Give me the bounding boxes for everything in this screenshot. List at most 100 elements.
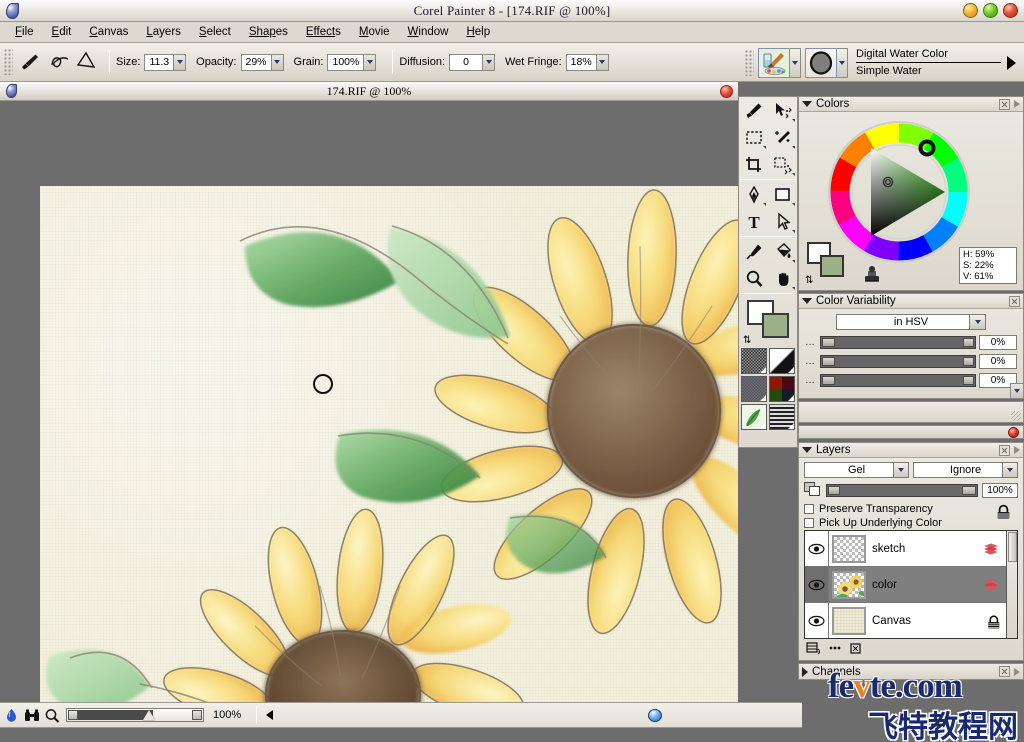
diffusion-input[interactable]: 0 <box>449 53 495 71</box>
document-titlebar[interactable]: 174.RIF @ 100% <box>0 82 738 101</box>
dynamic-plugin-icon[interactable] <box>827 641 842 655</box>
layers-menu-icon[interactable] <box>1014 446 1020 454</box>
zoom-slider[interactable] <box>66 708 204 722</box>
selection-adjuster-tool[interactable] <box>768 151 797 178</box>
collapse-triangle-icon[interactable] <box>802 447 812 453</box>
layer-visibility-toggle[interactable] <box>805 603 829 638</box>
channels-palette-header[interactable]: Channels <box>798 663 1024 680</box>
crop-tool[interactable] <box>739 151 768 178</box>
composite-depth-dropdown-arrow[interactable] <box>1002 463 1017 477</box>
colors-close-icon[interactable] <box>999 98 1010 110</box>
layers-close-icon[interactable] <box>999 444 1010 456</box>
close-button[interactable] <box>1003 3 1018 18</box>
layers-palette-header[interactable]: Layers <box>799 443 1023 458</box>
saturation-variability-value[interactable]: 0% <box>979 354 1017 369</box>
rect-selection-tool[interactable] <box>739 124 768 151</box>
palette-scroll-down-button[interactable] <box>1010 383 1024 399</box>
composite-depth-select[interactable]: Ignore <box>913 462 1018 478</box>
paper-texture-selector[interactable] <box>741 348 767 374</box>
paint-bucket-tool[interactable] <box>768 238 797 265</box>
layer-lock-icon[interactable] <box>995 504 1012 524</box>
brush-tool-icon[interactable] <box>17 49 43 75</box>
layer-stack-icon[interactable] <box>982 578 1000 592</box>
painter-drop-icon[interactable] <box>3 707 20 724</box>
propertybar-grip-handle[interactable] <box>4 49 13 75</box>
gradient-selector[interactable] <box>769 348 795 374</box>
pen-tool[interactable] <box>739 181 768 208</box>
zoom-increase-button[interactable] <box>192 710 202 720</box>
straight-line-stroke-icon[interactable] <box>75 50 97 75</box>
layer-name[interactable]: color <box>872 579 982 591</box>
wet-fringe-input[interactable]: 18% <box>565 53 609 71</box>
table-row[interactable]: sketch <box>805 531 1006 567</box>
pick-up-underlying-color-checkbox[interactable] <box>804 518 814 528</box>
freehand-stroke-icon[interactable] <box>49 50 71 75</box>
menu-select[interactable]: Select <box>190 24 240 40</box>
diffusion-dropdown-arrow[interactable] <box>482 54 494 70</box>
channels-menu-icon[interactable] <box>1014 667 1020 676</box>
wet-fringe-dropdown-arrow[interactable] <box>595 54 608 70</box>
colors-palette-header[interactable]: Colors <box>799 97 1023 112</box>
brush-tool[interactable] <box>739 97 768 124</box>
collapse-triangle-icon[interactable] <box>802 298 812 304</box>
size-input[interactable]: 11.3 <box>144 53 187 71</box>
zoom-slider-thumb[interactable] <box>143 710 155 720</box>
dropper-tool[interactable] <box>739 238 768 265</box>
menu-window[interactable]: Window <box>399 24 458 40</box>
magic-wand-tool[interactable] <box>768 124 797 151</box>
collapse-triangle-icon[interactable] <box>802 101 812 107</box>
layers-list-scrollbar[interactable] <box>1006 531 1017 638</box>
blue-orb-icon[interactable] <box>648 709 662 722</box>
new-layer-icon[interactable] <box>806 641 821 655</box>
pick-up-underlying-color-row[interactable]: Pick Up Underlying Color <box>804 516 1018 530</box>
close-red-dot-icon[interactable] <box>1008 427 1019 438</box>
canvas-scroll-area[interactable] <box>0 101 738 702</box>
left-arrow-icon[interactable] <box>266 710 273 720</box>
looks-selector[interactable] <box>769 404 795 430</box>
document-close-button[interactable] <box>720 85 733 98</box>
palette-resize-grip[interactable] <box>1011 411 1021 421</box>
layer-opacity-value[interactable]: 100% <box>982 482 1018 498</box>
brush-selector-expand-icon[interactable] <box>1007 55 1016 70</box>
variability-mode-dropdown-arrow[interactable] <box>969 315 985 329</box>
shape-selection-tool[interactable] <box>768 208 797 235</box>
colors-swap-icon[interactable]: ⇅ <box>805 275 813 286</box>
menu-file[interactable]: File <box>6 24 43 40</box>
rect-shape-tool[interactable] <box>768 181 797 208</box>
nozzle-selector[interactable] <box>741 404 767 430</box>
menu-effects[interactable]: Effects <box>297 24 350 40</box>
clone-color-icon[interactable] <box>861 264 883 284</box>
table-row[interactable]: Canvas <box>805 603 1006 638</box>
hue-variability-value[interactable]: 0% <box>979 335 1017 350</box>
hue-variability-slider[interactable] <box>820 336 976 349</box>
colors-secondary-swatch[interactable] <box>820 255 844 277</box>
menu-canvas[interactable]: Canvas <box>80 24 137 40</box>
color-variability-close-icon[interactable] <box>1009 295 1020 307</box>
layer-visibility-toggle[interactable] <box>805 567 829 602</box>
layer-name[interactable]: sketch <box>872 543 982 555</box>
layer-name[interactable]: Canvas <box>872 615 986 627</box>
delete-layer-icon[interactable] <box>848 641 863 655</box>
size-dropdown-arrow[interactable] <box>173 54 186 70</box>
preserve-transparency-row[interactable]: Preserve Transparency <box>804 502 1018 516</box>
brush-category-dropdown[interactable] <box>790 47 801 78</box>
colors-menu-icon[interactable] <box>1014 100 1020 108</box>
pattern-selector[interactable] <box>741 376 767 402</box>
layer-stack-icon[interactable] <box>982 542 1000 556</box>
text-tool[interactable]: T <box>739 208 768 235</box>
channels-close-icon[interactable] <box>999 666 1010 677</box>
composite-method-dropdown-arrow[interactable] <box>893 463 908 477</box>
composite-method-select[interactable]: Gel <box>804 462 909 478</box>
menu-layers[interactable]: Layers <box>137 24 190 40</box>
layer-opacity-slider[interactable] <box>826 483 978 497</box>
magnifier-tool[interactable] <box>739 265 768 292</box>
menu-edit[interactable]: Edit <box>43 24 81 40</box>
grain-dropdown-arrow[interactable] <box>363 54 376 70</box>
layer-adjuster-tool[interactable] <box>768 97 797 124</box>
layers-scrollbar-thumb[interactable] <box>1008 532 1017 562</box>
opacity-dropdown-arrow[interactable] <box>270 54 283 70</box>
menu-movie[interactable]: Movie <box>350 24 399 40</box>
saturation-variability-slider[interactable] <box>820 355 976 368</box>
preserve-transparency-checkbox[interactable] <box>804 504 814 514</box>
variability-mode-select[interactable]: in HSV <box>836 314 986 330</box>
